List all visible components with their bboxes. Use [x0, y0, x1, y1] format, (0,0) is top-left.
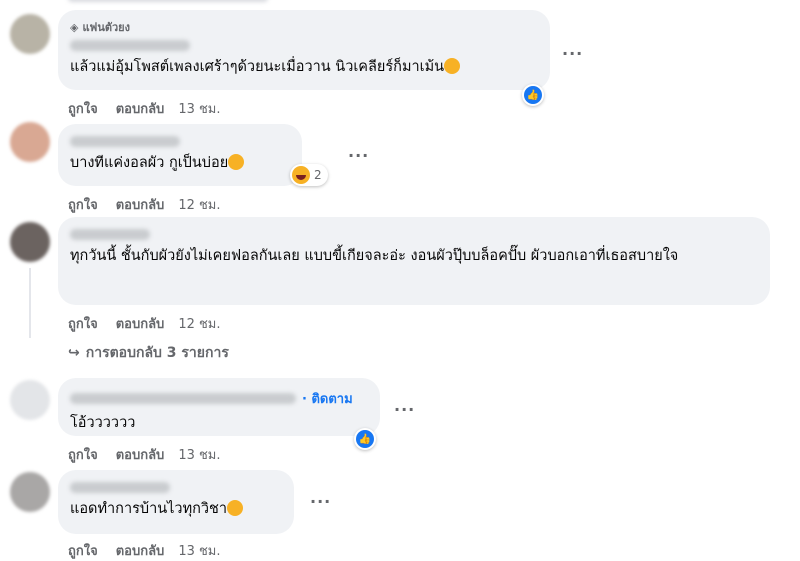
comment-text: บางทีแค่งอลผัว กูเป็นบ่อย — [70, 153, 290, 174]
comment-bubble: แอดทำการบ้านไวทุกวิชา — [58, 470, 294, 534]
timestamp[interactable]: 12 ชม. — [178, 194, 220, 215]
like-button[interactable]: ถูกใจ — [68, 313, 98, 334]
avatar[interactable] — [10, 472, 50, 512]
comment-text: แล้วแม่อุ้มโพสต์เพลงเศร้าๆด้วยนะเมื่อวาน… — [70, 57, 538, 78]
like-button[interactable]: ถูกใจ — [68, 194, 98, 215]
view-replies-link[interactable]: ↪ การตอบกลับ 3 รายการ — [68, 342, 229, 364]
commenter-name-blurred[interactable] — [70, 229, 150, 240]
thumbs-up-icon: 👍 — [524, 86, 542, 104]
comment-header: · ติดตาม — [70, 388, 368, 409]
grin-emoji-icon — [227, 500, 244, 516]
timestamp[interactable]: 13 ชม. — [178, 444, 220, 465]
reaction-badge[interactable]: 👍 — [522, 84, 544, 106]
reaction-badge[interactable]: 2 — [290, 164, 328, 186]
commenter-name-blurred[interactable] — [70, 40, 190, 51]
comment-text: โอ้วววววว — [70, 415, 136, 431]
timestamp[interactable]: 13 ชม. — [178, 98, 220, 119]
avatar[interactable] — [10, 380, 50, 420]
diamond-icon: ◈ — [70, 20, 79, 34]
timestamp[interactable]: 12 ชม. — [178, 313, 220, 334]
reaction-count: 2 — [314, 168, 322, 182]
more-options-button[interactable]: ··· — [562, 44, 583, 63]
comment-bubble: ◈ แฟนตัวยง แล้วแม่อุ้มโพสต์เพลงเศร้าๆด้ว… — [58, 10, 550, 90]
comment-actions: ถูกใจ ตอบกลับ 12 ชม. — [68, 313, 221, 334]
like-button[interactable]: ถูกใจ — [68, 444, 98, 465]
replies-label: การตอบกลับ 3 รายการ — [85, 345, 229, 361]
reply-button[interactable]: ตอบกลับ — [116, 540, 165, 561]
reply-arrow-icon: ↪ — [68, 345, 80, 361]
comment-bubble: · ติดตาม โอ้วววววว — [58, 378, 380, 436]
commenter-name-blurred[interactable] — [70, 136, 180, 147]
comment-actions: ถูกใจ ตอบกลับ 13 ชม. — [68, 444, 221, 465]
reply-button[interactable]: ตอบกลับ — [116, 98, 165, 119]
reply-button[interactable]: ตอบกลับ — [116, 194, 165, 215]
more-options-button[interactable]: ··· — [310, 492, 331, 511]
sad-emoji-icon — [444, 58, 461, 74]
like-button[interactable]: ถูกใจ — [68, 98, 98, 119]
reaction-badge[interactable]: 👍 — [354, 428, 376, 450]
commenter-name-blurred[interactable] — [70, 482, 170, 493]
avatar[interactable] — [10, 122, 50, 162]
comment-actions: ถูกใจ ตอบกลับ 12 ชม. — [68, 194, 221, 215]
comment-actions: ถูกใจ ตอบกลับ 13 ชม. — [68, 98, 221, 119]
reply-button[interactable]: ตอบกลับ — [116, 313, 165, 334]
comment-actions: ถูกใจ ตอบกลับ 13 ชม. — [68, 540, 221, 561]
rofl-emoji-icon — [228, 154, 245, 170]
more-options-button[interactable]: ··· — [348, 146, 369, 165]
comment-bubble: ทุกวันนี้ ชั้นกับผัวยังไม่เคยฟอลกันเลย แ… — [58, 217, 770, 305]
like-button[interactable]: ถูกใจ — [68, 540, 98, 561]
haha-reaction-icon — [292, 166, 310, 184]
previous-comment-actions-cut — [68, 0, 268, 2]
timestamp[interactable]: 13 ชม. — [178, 540, 220, 561]
comment-bubble: บางทีแค่งอลผัว กูเป็นบ่อย — [58, 124, 302, 186]
badge-label: แฟนตัวยง — [82, 21, 131, 34]
avatar[interactable] — [10, 222, 50, 262]
top-fan-badge: ◈ แฟนตัวยง — [70, 18, 538, 36]
avatar[interactable] — [10, 14, 50, 54]
more-options-button[interactable]: ··· — [394, 400, 415, 419]
comment-text: แอดทำการบ้านไวทุกวิชา — [70, 499, 282, 520]
comment-text: ทุกวันนี้ ชั้นกับผัวยังไม่เคยฟอลกันเลย แ… — [70, 248, 679, 264]
commenter-name-blurred[interactable] — [70, 393, 296, 404]
thumbs-up-icon: 👍 — [356, 430, 374, 448]
follow-button[interactable]: · ติดตาม — [302, 388, 353, 409]
reply-button[interactable]: ตอบกลับ — [116, 444, 165, 465]
reply-thread-line — [29, 268, 31, 338]
